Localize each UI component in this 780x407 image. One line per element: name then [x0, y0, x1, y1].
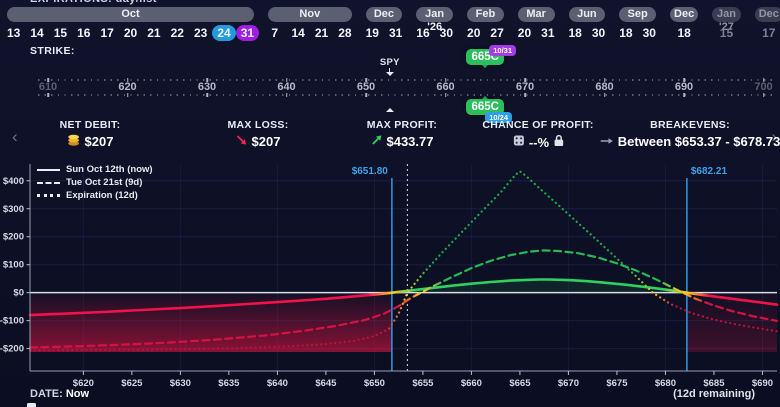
y-axis-tick-label: $0: [13, 288, 24, 299]
legend-label: Sun Oct 12th (now): [66, 164, 153, 175]
y-axis-tick-label: $300: [3, 204, 24, 215]
x-axis-tick-label: $675: [606, 378, 628, 389]
x-axis-tick-label: $690: [752, 378, 773, 389]
date-bar[interactable]: DATE: Now: [30, 388, 89, 400]
date-label: DATE:: [30, 388, 63, 400]
legend-item: Tue Oct 21st (9d): [37, 176, 153, 189]
y-axis-tick-label: $400: [3, 176, 24, 187]
legend-line-sample: [37, 194, 60, 197]
days-remaining-label: (12d remaining): [673, 388, 755, 400]
price-marker-label: $682.21: [691, 166, 728, 177]
loss-region-left: [30, 293, 392, 352]
y-axis-tick-label: $100: [3, 260, 24, 271]
x-axis-tick-label: $650: [364, 378, 385, 389]
options-trade-screen: EXPIRATIONS: day/list Oct131415161720212…: [0, 0, 780, 407]
x-axis-tick-label: $655: [412, 378, 434, 389]
y-axis-tick-label: $200: [3, 232, 24, 243]
price-marker-label: $651.80: [352, 166, 389, 177]
x-axis-tick-label: $635: [218, 378, 240, 389]
y-axis-tick-label: -$200: [0, 344, 24, 355]
legend-item: Expiration (12d): [37, 189, 153, 202]
legend-line-sample: [37, 169, 60, 171]
x-axis-tick-label: $640: [267, 378, 288, 389]
legend-item: Sun Oct 12th (now): [37, 163, 153, 176]
date-slider-handle[interactable]: [27, 403, 36, 407]
payoff-chart-svg: $651.80$682.21$620$625$630$635$640$645$6…: [0, 0, 780, 407]
payoff-chart: $651.80$682.21$620$625$630$635$640$645$6…: [0, 0, 780, 407]
legend-label: Expiration (12d): [66, 190, 138, 201]
x-axis-tick-label: $665: [509, 378, 531, 389]
chart-legend: Sun Oct 12th (now) Tue Oct 21st (9d) Expir…: [37, 163, 153, 202]
x-axis-tick-label: $670: [558, 378, 579, 389]
x-axis-tick-label: $660: [461, 378, 482, 389]
x-axis-tick-label: $625: [121, 378, 143, 389]
y-axis-tick-label: -$100: [0, 316, 24, 327]
legend-label: Tue Oct 21st (9d): [66, 177, 142, 188]
legend-line-sample: [37, 182, 60, 184]
date-value: Now: [66, 388, 89, 400]
x-axis-tick-label: $645: [315, 378, 337, 389]
x-axis-tick-label: $630: [170, 378, 191, 389]
